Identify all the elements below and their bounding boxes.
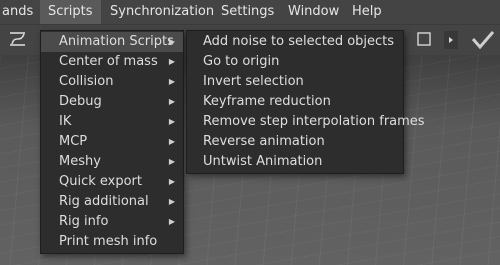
menu-window[interactable]: Window (280, 0, 347, 24)
menu-item-center-of-mass[interactable]: Center of mass ▶ (41, 52, 183, 72)
menu-settings[interactable]: Settings (213, 0, 282, 24)
menu-scripts[interactable]: Scripts (40, 0, 101, 24)
submenu-arrow-icon: ▶ (168, 197, 175, 206)
submenu-item-label: Keyframe reduction (203, 94, 331, 109)
animation-scripts-submenu: Add noise to selected objects Go to orig… (186, 30, 425, 174)
expand-arrow-icon[interactable] (444, 31, 458, 49)
menu-help[interactable]: Help (344, 0, 390, 24)
menu-item-label: Rig info (59, 214, 109, 229)
menu-item-label: Quick export (59, 174, 143, 189)
submenu-arrow-icon: ▶ (168, 137, 175, 146)
submenu-item-label: Reverse animation (203, 134, 325, 149)
submenu-item-label: Remove step interpolation frames (203, 114, 425, 129)
submenu-item-add-noise[interactable]: Add noise to selected objects (187, 32, 403, 52)
submenu-item-invert-selection[interactable]: Invert selection (187, 72, 403, 92)
menu-item-collision[interactable]: Collision ▶ (41, 72, 183, 92)
menu-item-animation-scripts[interactable]: Animation Scripts ▶ (41, 32, 183, 52)
scripts-menu: Animation Scripts ▶ Center of mass ▶ Colli… (40, 30, 184, 254)
menu-item-label: Animation Scripts (59, 34, 174, 49)
submenu-item-label: Add noise to selected objects (203, 34, 395, 49)
menu-item-label: IK (59, 114, 72, 129)
menu-item-mcp[interactable]: MCP ▶ (41, 132, 183, 152)
menu-item-debug[interactable]: Debug ▶ (41, 92, 183, 112)
submenu-arrow-icon: ▶ (168, 217, 175, 226)
menu-bar: ands Scripts Synchronization Settings Wi… (0, 0, 500, 24)
submenu-item-untwist-animation[interactable]: Untwist Animation (187, 152, 403, 172)
menu-item-label: Print mesh info (59, 234, 158, 249)
menu-item-meshy[interactable]: Meshy ▶ (41, 152, 183, 172)
menu-item-label: Meshy (59, 154, 101, 169)
submenu-arrow-icon: ▶ (168, 157, 175, 166)
submenu-item-keyframe-reduction[interactable]: Keyframe reduction (187, 92, 403, 112)
submenu-item-label: Go to origin (203, 54, 280, 69)
menu-item-ik[interactable]: IK ▶ (41, 112, 183, 132)
submenu-item-remove-step-interpolation[interactable]: Remove step interpolation frames (187, 112, 425, 132)
square-icon[interactable] (417, 32, 431, 50)
curve-tool-icon[interactable] (8, 30, 28, 52)
submenu-arrow-icon: ▶ (168, 97, 175, 106)
menu-item-label: MCP (59, 134, 88, 149)
menu-item-rig-info[interactable]: Rig info ▶ (41, 212, 183, 232)
submenu-arrow-icon: ▶ (168, 57, 175, 66)
submenu-item-label: Invert selection (203, 74, 304, 89)
menu-item-label: Collision (59, 74, 114, 89)
submenu-arrow-icon: ▶ (168, 37, 175, 46)
submenu-arrow-icon: ▶ (168, 77, 175, 86)
menu-item-rig-additional[interactable]: Rig additional ▶ (41, 192, 183, 212)
menu-item-label: Rig additional (59, 194, 149, 209)
menu-item-label: Center of mass (59, 54, 158, 69)
submenu-arrow-icon: ▶ (168, 177, 175, 186)
submenu-arrow-icon: ▶ (168, 117, 175, 126)
menu-commands[interactable]: ands (0, 0, 41, 24)
menu-item-quick-export[interactable]: Quick export ▶ (41, 172, 183, 192)
menu-item-print-mesh-info[interactable]: Print mesh info (41, 232, 183, 252)
menu-synchronization[interactable]: Synchronization (102, 0, 222, 24)
menu-item-label: Debug (59, 94, 102, 109)
submenu-item-label: Untwist Animation (203, 154, 323, 169)
submenu-item-reverse-animation[interactable]: Reverse animation (187, 132, 403, 152)
checkmark-icon[interactable] (470, 29, 496, 55)
submenu-item-go-to-origin[interactable]: Go to origin (187, 52, 403, 72)
